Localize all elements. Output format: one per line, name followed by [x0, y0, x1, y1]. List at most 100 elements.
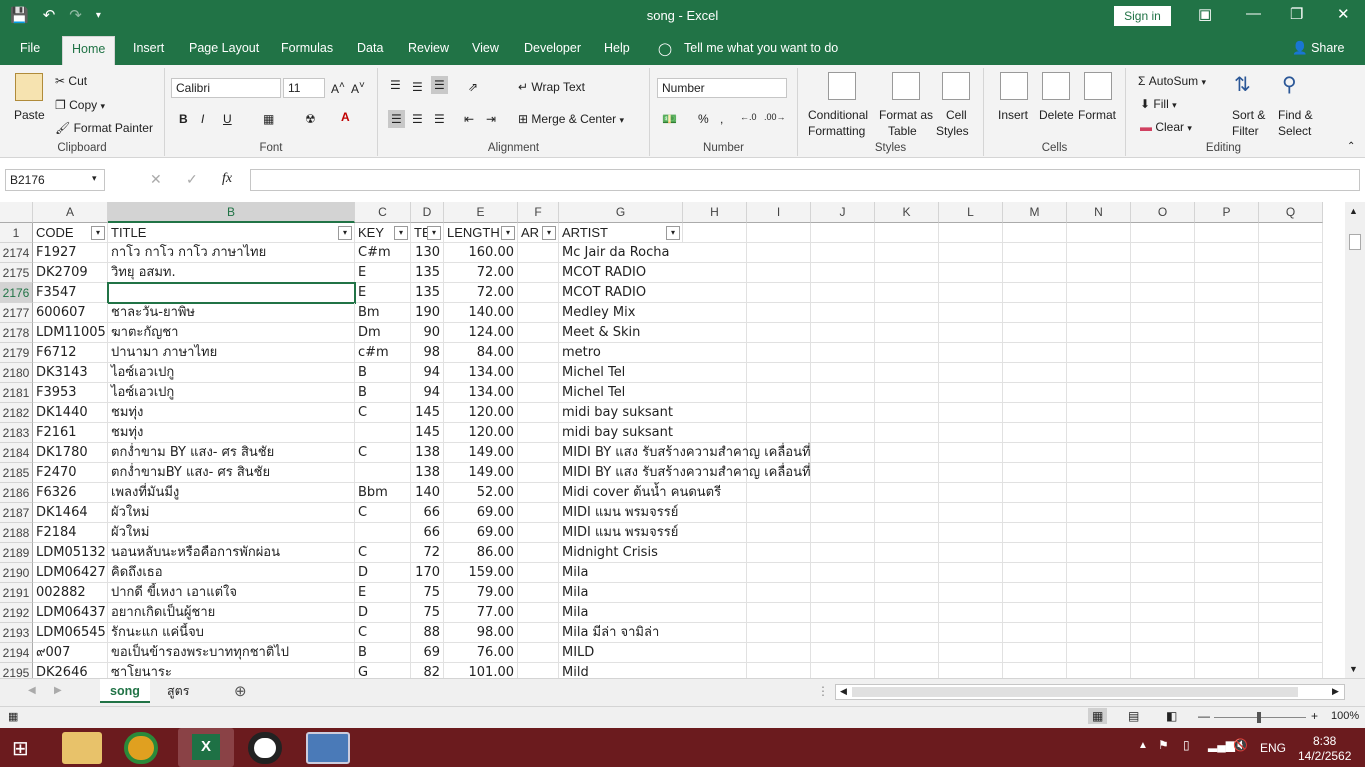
empty-cell[interactable] — [683, 323, 747, 343]
empty-cell[interactable] — [1067, 403, 1131, 423]
row-header[interactable]: 2181 — [0, 383, 33, 403]
horizontal-scrollbar[interactable]: ◀ ▶ — [835, 684, 1345, 700]
tab-home[interactable]: Home — [62, 36, 116, 65]
horizontal-scroll-thumb[interactable] — [852, 687, 1298, 697]
row-header[interactable]: 2187 — [0, 503, 33, 523]
empty-cell[interactable] — [811, 423, 875, 443]
empty-cell[interactable] — [683, 223, 747, 243]
column-header-g[interactable]: G — [559, 202, 683, 223]
cell-g[interactable]: Michel Tel — [559, 383, 683, 403]
tab-view[interactable]: View — [472, 41, 499, 55]
tab-review[interactable]: Review — [408, 41, 449, 55]
cell-g[interactable]: MIDI BY แสง รับสร้างความสำคาญ เคลื่อนที่ — [559, 443, 811, 463]
cell-e[interactable]: 86.00 — [444, 543, 518, 563]
empty-cell[interactable] — [1067, 643, 1131, 663]
empty-cell[interactable] — [683, 303, 747, 323]
empty-cell[interactable] — [875, 563, 939, 583]
row-header[interactable]: 2178 — [0, 323, 33, 343]
empty-cell[interactable] — [683, 543, 747, 563]
cell-d[interactable]: 66 — [411, 503, 444, 523]
cell-a[interactable]: LDM11005 — [33, 323, 108, 343]
align-right-icon[interactable]: ☰ — [434, 112, 445, 126]
row-header[interactable]: 2192 — [0, 603, 33, 623]
cell-a[interactable]: ๙007 — [33, 643, 108, 663]
cell-b[interactable]: นอนหลับนะหรือคือการพักผ่อน — [108, 543, 355, 563]
empty-cell[interactable] — [1195, 503, 1259, 523]
empty-cell[interactable] — [939, 523, 1003, 543]
cell-g[interactable]: Mila — [559, 563, 683, 583]
empty-cell[interactable] — [1003, 483, 1067, 503]
empty-cell[interactable] — [683, 383, 747, 403]
cancel-entry-icon[interactable]: ✕ — [150, 171, 162, 188]
scroll-left-icon[interactable]: ◀ — [840, 686, 847, 697]
empty-cell[interactable] — [1131, 463, 1195, 483]
empty-cell[interactable] — [875, 463, 939, 483]
empty-cell[interactable] — [875, 423, 939, 443]
page-layout-view-icon[interactable]: ▤ — [1128, 709, 1139, 723]
empty-cell[interactable] — [747, 423, 811, 443]
tab-data[interactable]: Data — [357, 41, 383, 55]
cell-d[interactable]: 145 — [411, 423, 444, 443]
cell-f[interactable] — [518, 383, 559, 403]
empty-cell[interactable] — [875, 363, 939, 383]
empty-cell[interactable] — [939, 323, 1003, 343]
confirm-entry-icon[interactable]: ✓ — [186, 171, 198, 188]
empty-cell[interactable] — [1003, 543, 1067, 563]
cell-c[interactable]: B — [355, 383, 411, 403]
cell-b[interactable]: ชมทุ่ง — [108, 403, 355, 423]
cell-d[interactable]: 130 — [411, 243, 444, 263]
format-as-table-label[interactable]: Format as — [879, 108, 933, 122]
empty-cell[interactable] — [1003, 603, 1067, 623]
font-name-select[interactable]: Calibri — [171, 78, 281, 98]
cell-a[interactable]: DK1440 — [33, 403, 108, 423]
empty-cell[interactable] — [939, 263, 1003, 283]
input-language[interactable]: ENG — [1260, 741, 1286, 755]
empty-cell[interactable] — [811, 223, 875, 243]
empty-cell[interactable] — [1259, 323, 1323, 343]
empty-cell[interactable] — [1003, 583, 1067, 603]
empty-cell[interactable] — [939, 543, 1003, 563]
empty-cell[interactable] — [683, 423, 747, 443]
cell-f[interactable] — [518, 343, 559, 363]
empty-cell[interactable] — [811, 283, 875, 303]
cell-b[interactable]: เพลงที่มันมีงู — [108, 483, 355, 503]
empty-cell[interactable] — [1259, 623, 1323, 643]
empty-cell[interactable] — [939, 603, 1003, 623]
empty-cell[interactable] — [875, 343, 939, 363]
next-sheet-icon[interactable]: ▶ — [54, 685, 62, 696]
empty-cell[interactable] — [1067, 523, 1131, 543]
empty-cell[interactable] — [1003, 563, 1067, 583]
empty-cell[interactable] — [811, 483, 875, 503]
empty-cell[interactable] — [811, 643, 875, 663]
row-header[interactable]: 2185 — [0, 463, 33, 483]
empty-cell[interactable] — [683, 603, 747, 623]
empty-cell[interactable] — [875, 303, 939, 323]
device-icon[interactable]: ▯ — [1183, 738, 1190, 752]
cell-styles-icon[interactable] — [942, 72, 970, 100]
cell-a[interactable]: LDM05132 — [33, 543, 108, 563]
tab-page-layout[interactable]: Page Layout — [189, 41, 259, 55]
column-header-l[interactable]: L — [939, 202, 1003, 223]
empty-cell[interactable] — [1067, 463, 1131, 483]
empty-cell[interactable] — [1131, 243, 1195, 263]
cell-b[interactable]: ซาโยนาระ — [108, 663, 355, 678]
increase-decimal-icon[interactable]: ←.0 — [740, 112, 757, 122]
merge-center-button[interactable]: ⊞ Merge & Center ▾ — [518, 112, 624, 126]
empty-cell[interactable] — [747, 543, 811, 563]
cell-f[interactable] — [518, 403, 559, 423]
cell-d[interactable]: 98 — [411, 343, 444, 363]
cell-d[interactable]: 94 — [411, 383, 444, 403]
column-header-p[interactable]: P — [1195, 202, 1259, 223]
empty-cell[interactable] — [1003, 523, 1067, 543]
empty-cell[interactable] — [747, 583, 811, 603]
cell-f[interactable] — [518, 623, 559, 643]
empty-cell[interactable] — [1259, 363, 1323, 383]
empty-cell[interactable] — [1131, 643, 1195, 663]
empty-cell[interactable] — [811, 543, 875, 563]
empty-cell[interactable] — [1259, 443, 1323, 463]
cell-d[interactable]: 145 — [411, 403, 444, 423]
empty-cell[interactable] — [1259, 283, 1323, 303]
empty-cell[interactable] — [1003, 423, 1067, 443]
empty-cell[interactable] — [1131, 263, 1195, 283]
network-icon[interactable]: ▂▄▆ — [1208, 738, 1235, 752]
